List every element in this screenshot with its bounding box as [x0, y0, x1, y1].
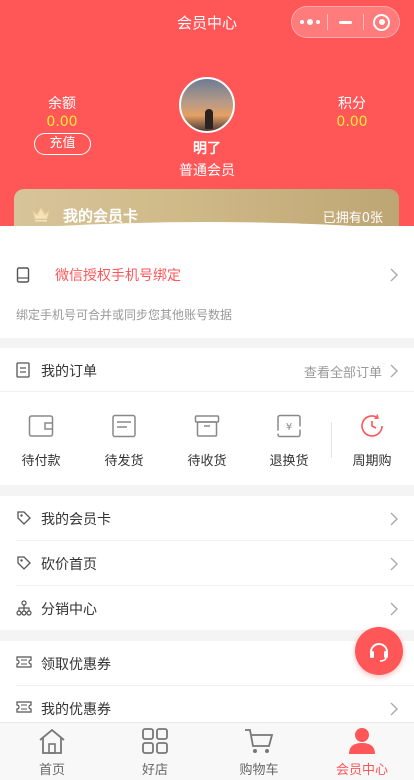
tab-label: 会员中心 [335, 763, 388, 778]
order-item-label: 待付款 [21, 454, 61, 469]
minimize-icon[interactable] [328, 7, 363, 37]
coupon-icon [16, 701, 32, 713]
order-list-icon [16, 362, 30, 378]
order-item-label: 周期购 [352, 454, 392, 469]
tag-icon [17, 511, 31, 525]
phone-icon [16, 267, 30, 283]
close-target-icon[interactable] [364, 7, 399, 37]
home-icon [39, 728, 65, 754]
menu-label: 我的优惠券 [41, 702, 111, 718]
bind-phone-label: 微信授权手机号绑定 [55, 268, 181, 284]
tab-label: 首页 [38, 763, 65, 778]
order-divider [331, 422, 332, 458]
order-item-label: 待发货 [104, 454, 144, 469]
tab-label: 购物车 [239, 763, 279, 778]
order-subscription[interactable]: 周期购 [341, 414, 403, 469]
menu-label: 砍价首页 [41, 557, 97, 573]
chevron-right-icon [390, 557, 398, 571]
chevron-right-icon [390, 702, 398, 716]
bind-phone-hint: 绑定手机号可合并或同步您其他账号数据 [16, 308, 233, 322]
menu-group-1: 我的会员卡 砍价首页 分销中心 [0, 496, 414, 630]
chevron-right-icon [390, 602, 398, 616]
grid-icon [142, 728, 168, 754]
tab-label: 好店 [141, 763, 168, 778]
balance-value: 0.00 [46, 114, 78, 130]
user-icon [349, 728, 375, 754]
points-stat[interactable]: 积分 0.00 [312, 93, 392, 130]
wallet-icon [28, 415, 54, 437]
header-curve [0, 222, 414, 244]
menu-label: 我的会员卡 [41, 512, 111, 528]
menu-label: 领取优惠券 [41, 657, 111, 673]
package-icon [112, 414, 136, 438]
coupon-icon [16, 656, 32, 668]
customer-service-button[interactable] [355, 627, 403, 675]
orders-header[interactable]: 我的订单 查看全部订单 [0, 348, 414, 392]
tag-icon [17, 556, 31, 570]
order-item-label: 待收货 [187, 454, 227, 469]
order-pending-shipment[interactable]: 待发货 [93, 414, 155, 469]
chevron-right-icon [390, 512, 398, 526]
tab-member-center[interactable]: 会员中心 [322, 727, 402, 778]
bottom-tabbar: 首页 好店 购物车 会员中心 [0, 722, 414, 780]
menu-my-vip-card[interactable]: 我的会员卡 [0, 496, 414, 541]
orders-card: 我的订单 查看全部订单 待付款 待发货 待收货 ¥ 退换货 周期购 [0, 348, 414, 485]
mini-program-capsule [291, 6, 400, 38]
clock-icon [361, 414, 383, 437]
chevron-right-icon [390, 268, 398, 282]
svg-text:¥: ¥ [286, 422, 292, 433]
member-level: 普通会员 [179, 163, 235, 179]
menu-get-coupons[interactable]: 领取优惠券 [0, 641, 414, 686]
tab-home[interactable]: 首页 [12, 727, 92, 778]
order-item-label: 退换货 [269, 454, 309, 469]
more-dots-icon[interactable] [292, 7, 327, 37]
order-pending-receipt[interactable]: 待收货 [176, 414, 238, 469]
order-refund[interactable]: ¥ 退换货 [258, 414, 320, 469]
menu-distribution-center[interactable]: 分销中心 [0, 586, 414, 631]
headset-icon [370, 643, 388, 662]
points-label: 积分 [338, 96, 366, 112]
avatar[interactable] [179, 77, 235, 133]
refund-icon: ¥ [277, 414, 301, 438]
points-value: 0.00 [336, 114, 368, 130]
chevron-right-icon [390, 364, 398, 378]
view-all-orders-link[interactable]: 查看全部订单 [304, 362, 382, 381]
cart-icon [245, 729, 274, 753]
menu-bargain-home[interactable]: 砍价首页 [0, 541, 414, 586]
bind-phone-row[interactable]: 微信授权手机号绑定 [0, 255, 414, 295]
tab-good-shops[interactable]: 好店 [115, 727, 195, 778]
menu-group-2: 领取优惠券 我的优惠券 [0, 641, 414, 726]
order-pending-payment[interactable]: 待付款 [10, 414, 72, 469]
balance-label: 余额 [48, 96, 76, 112]
tab-cart[interactable]: 购物车 [219, 727, 299, 778]
balance-stat[interactable]: 余额 0.00 [22, 93, 102, 130]
box-icon [194, 415, 220, 437]
username: 明了 [193, 141, 221, 157]
menu-label: 分销中心 [41, 602, 97, 618]
orders-title: 我的订单 [41, 364, 97, 380]
distribution-icon [16, 600, 32, 616]
